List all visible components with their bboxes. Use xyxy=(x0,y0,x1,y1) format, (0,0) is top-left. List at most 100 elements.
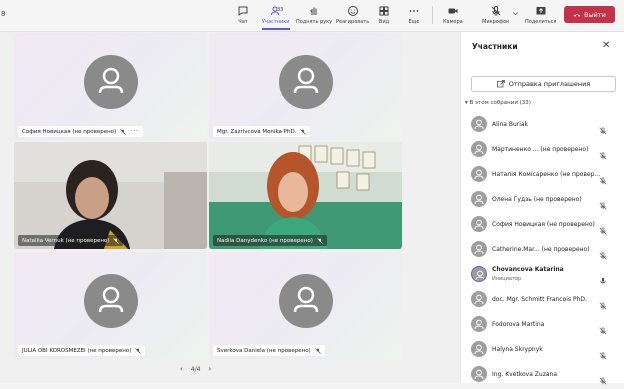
person-icon xyxy=(471,317,487,332)
person-icon xyxy=(471,242,487,257)
more-icon xyxy=(409,10,419,12)
person-icon xyxy=(471,367,487,382)
participant-list-item[interactable]: София Новицкая (не проверено) xyxy=(461,212,624,237)
camera-label: Камера xyxy=(443,19,463,25)
more-button[interactable]: Еще xyxy=(408,2,420,30)
phone-hangup-icon xyxy=(573,13,581,17)
avatar xyxy=(471,116,487,132)
participant-name: Nataliia Vernuk (не проверено) xyxy=(22,237,110,244)
avatar xyxy=(471,266,487,282)
chevron-down-icon xyxy=(512,12,519,16)
avatar xyxy=(83,54,138,109)
mic-off-icon xyxy=(135,347,142,354)
mic-off-icon xyxy=(599,170,607,185)
participant-video-tile[interactable]: Nadiia Danydenko (не проверено) xyxy=(209,142,402,249)
participant-list-item[interactable]: doc. Mgr. Schmitt Francois PhD. xyxy=(461,287,624,312)
microphone-options-button[interactable] xyxy=(512,2,519,30)
avatar xyxy=(471,191,487,207)
participant-role: Инициатор xyxy=(492,276,522,282)
participant-name: Наталія Комісаренко (не проверено) xyxy=(492,171,604,178)
react-button[interactable]: Реагировать xyxy=(336,2,369,30)
avatar xyxy=(471,141,487,157)
participant-name: Catherine.Mar... (не проверено) xyxy=(492,246,590,253)
participant-list-item[interactable]: Fodorova Martina xyxy=(461,312,624,337)
participant-name: Halyna Skrypnyk xyxy=(492,346,543,353)
mic-off-icon xyxy=(599,195,607,210)
next-page-icon[interactable]: › xyxy=(208,365,211,373)
camera-button[interactable]: Камера xyxy=(443,2,463,30)
share-button[interactable]: Поделиться xyxy=(525,2,556,30)
avatar xyxy=(278,273,333,328)
participant-name: Fodorova Martina xyxy=(492,321,545,328)
participants-count: 33 xyxy=(277,7,284,13)
panel-title: Участники xyxy=(472,42,518,51)
person-icon xyxy=(293,67,318,93)
leave-button[interactable]: Выйти xyxy=(564,6,615,23)
person-icon xyxy=(471,292,487,307)
raise-hand-icon xyxy=(310,7,317,15)
meeting-timer: 8 xyxy=(1,10,6,18)
participants-panel: Участники ✕ Отправка приглашения ▾ В это… xyxy=(460,32,624,385)
avatar xyxy=(278,54,333,109)
mic-off-icon xyxy=(599,220,607,235)
share-icon xyxy=(536,7,546,15)
participant-list-item[interactable]: Ing. Kvetkova Zuzana xyxy=(461,362,624,387)
participant-list-item[interactable]: Halyna Skrypnyk xyxy=(461,337,624,362)
camera-icon xyxy=(448,8,458,14)
microphone-button[interactable]: Микрофон xyxy=(482,2,509,30)
participant-list-item[interactable]: Catherine.Mar... (не проверено) xyxy=(461,237,624,262)
avatar xyxy=(471,316,487,332)
participant-namebar: Mgr. Zazrivcova Monika PhD. xyxy=(213,126,311,137)
section-label: В этом собрании (33) xyxy=(469,100,531,106)
participant-list-item[interactable]: Chovancova Katarina Инициатор xyxy=(461,262,624,287)
participants-button[interactable]: 33 Участники xyxy=(262,2,290,30)
participant-name: Олена Гудзь (не проверено) xyxy=(492,196,582,203)
participant-list-item[interactable]: Олена Гудзь (не проверено) xyxy=(461,187,624,212)
mic-off-icon xyxy=(300,128,307,135)
mic-off-icon xyxy=(120,128,127,135)
participant-video xyxy=(14,142,207,249)
chevron-down-icon: ▾ xyxy=(465,100,468,106)
person-icon xyxy=(293,286,318,312)
participant-name: Nadiia Danydenko (не проверено) xyxy=(217,237,313,244)
mic-off-icon xyxy=(599,145,607,160)
participant-namebar: София Новицкая (не проверено) ··· xyxy=(18,126,144,137)
participant-tile[interactable]: Sverkova Daniela (не проверено) xyxy=(209,252,402,359)
view-button[interactable]: Вид xyxy=(378,2,390,30)
person-icon xyxy=(471,142,487,157)
chat-button[interactable]: Чат xyxy=(237,2,249,30)
send-invite-label: Отправка приглашения xyxy=(508,80,591,88)
participant-video-tile[interactable]: Nataliia Vernuk (не проверено) xyxy=(14,142,207,249)
participant-namebar: Nataliia Vernuk (не проверено) xyxy=(18,235,124,246)
avatar xyxy=(471,366,487,382)
person-icon xyxy=(98,286,123,312)
chat-label: Чат xyxy=(238,19,248,25)
participant-name: Alina Buriak xyxy=(492,121,529,128)
participant-namebar: Sverkova Daniela (не проверено) xyxy=(213,345,325,356)
more-options-icon[interactable]: ··· xyxy=(130,128,139,135)
person-icon xyxy=(471,342,487,357)
participant-name: Mgr. Zazrivcova Monika PhD. xyxy=(217,128,297,135)
person-icon xyxy=(471,192,487,207)
participant-tile[interactable]: Mgr. Zazrivcova Monika PhD. xyxy=(209,33,402,140)
participant-tile[interactable]: JULIA OBI KOROSMEZEI (не проверено) xyxy=(14,252,207,359)
avatar xyxy=(83,273,138,328)
person-icon xyxy=(471,117,487,132)
in-meeting-section-header[interactable]: ▾ В этом собрании (33) xyxy=(465,100,531,106)
participant-name: Мартиненко ... (не проверено) xyxy=(492,146,589,153)
more-label: Еще xyxy=(408,19,420,25)
participant-list-item[interactable]: Alina Buriak xyxy=(461,112,624,137)
participant-video xyxy=(209,142,402,249)
previous-page-icon[interactable]: ‹ xyxy=(180,365,183,373)
mic-off-icon xyxy=(599,120,607,135)
view-icon xyxy=(379,6,389,16)
participant-list-item[interactable]: Наталія Комісаренко (не проверено) xyxy=(461,162,624,187)
raise-hand-button[interactable]: Поднять руку xyxy=(296,2,332,30)
participant-list-item[interactable]: Мартиненко ... (не проверено) xyxy=(461,137,624,162)
mic-off-icon xyxy=(317,237,323,244)
participant-tile[interactable]: София Новицкая (не проверено) ··· xyxy=(14,33,207,140)
avatar xyxy=(471,291,487,307)
close-icon[interactable]: ✕ xyxy=(602,40,610,51)
participant-name: Ing. Kvetkova Zuzana xyxy=(492,371,558,378)
send-invite-button[interactable]: Отправка приглашения xyxy=(471,76,616,92)
